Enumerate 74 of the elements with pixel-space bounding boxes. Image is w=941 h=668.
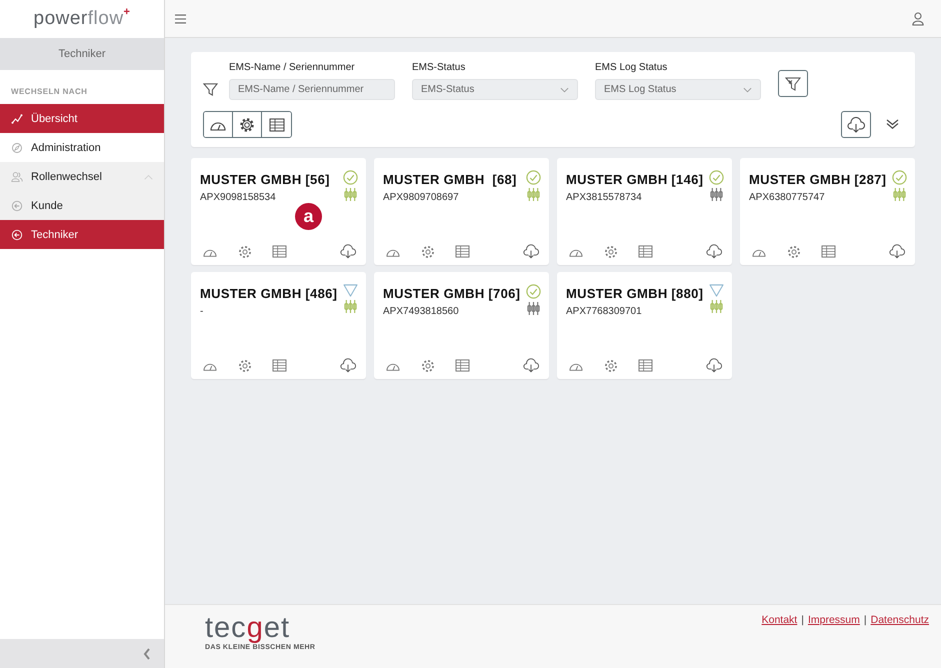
- serial-number: APX6380775747: [749, 192, 825, 203]
- serial-number: APX9098158534: [200, 192, 276, 203]
- section-heading: WECHSELN NACH: [10, 86, 88, 98]
- cloud-download-icon[interactable]: [706, 358, 722, 373]
- filter-icon: [203, 82, 218, 97]
- tecget-logo: tecget: [205, 612, 292, 644]
- cloud-download-icon[interactable]: [523, 358, 539, 373]
- user-icon[interactable]: [912, 12, 924, 26]
- dashboard-view-button[interactable]: [204, 112, 233, 137]
- field-label: EMS Log Status: [595, 62, 668, 73]
- settings-icon[interactable]: [604, 358, 618, 372]
- clear-filter-button[interactable]: [778, 70, 808, 97]
- sidebar-item[interactable]: Übersicht: [0, 104, 164, 133]
- cloud-download-icon[interactable]: [889, 244, 905, 259]
- device-name: MUSTER GMBH [56]: [200, 171, 330, 189]
- sidebar-item[interactable]: Techniker: [0, 220, 164, 249]
- menu-icon[interactable]: [175, 14, 186, 24]
- settings-icon[interactable]: [604, 244, 618, 258]
- table-icon[interactable]: [821, 245, 836, 258]
- footer-link[interactable]: Kontakt: [762, 614, 798, 626]
- device-name: MUSTER GMBH [486]: [200, 285, 338, 303]
- footer-link[interactable]: Datenschutz: [870, 614, 929, 626]
- table-icon[interactable]: [272, 359, 287, 372]
- current-role: Techniker: [0, 38, 164, 70]
- device-name: MUSTER GMBH [287]: [749, 171, 886, 189]
- settings-icon[interactable]: [238, 244, 252, 258]
- powerflow-logo: powerflow$^{+}$: [32, 5, 132, 31]
- device-name: MUSTER GMBH [68]: [383, 171, 517, 189]
- select-field[interactable]: EMS-Status: [412, 79, 578, 100]
- search-field[interactable]: EMS-Name / Seriennummer: [229, 79, 395, 100]
- settings-icon[interactable]: [421, 358, 435, 372]
- cloud-download-icon: [847, 116, 865, 132]
- sidebar-item[interactable]: Kunde: [0, 191, 164, 220]
- filter-clear-icon: [785, 76, 801, 92]
- users-icon: [11, 170, 23, 182]
- chevron-left-icon: [143, 648, 151, 660]
- table-icon[interactable]: [638, 359, 653, 372]
- cloud-download-icon[interactable]: [340, 244, 356, 259]
- serial-number: APX3815578734: [566, 192, 642, 203]
- download-button[interactable]: [841, 111, 871, 138]
- sidebar-item[interactable]: Rollenwechsel: [0, 162, 164, 191]
- table-icon[interactable]: [455, 359, 470, 372]
- serial-number: APX7768309701: [566, 306, 642, 317]
- chart-line-icon: [11, 112, 23, 124]
- footer-link[interactable]: Impressum: [808, 614, 860, 626]
- settings-icon[interactable]: [238, 358, 252, 372]
- settings-icon[interactable]: [421, 244, 435, 258]
- table-icon[interactable]: [272, 245, 287, 258]
- link-separator: |: [864, 614, 867, 626]
- serial-number: APX7493818560: [383, 306, 459, 317]
- sidebar-item[interactable]: Administration: [0, 133, 164, 162]
- device-name: MUSTER GMBH [146]: [566, 171, 704, 189]
- settings-icon: [239, 116, 255, 132]
- device-name: MUSTER GMBH [706]: [383, 285, 520, 303]
- annotation-marker: a: [295, 203, 322, 230]
- select-field[interactable]: EMS Log Status: [595, 79, 761, 100]
- link-separator: |: [801, 614, 804, 626]
- serial-number: -: [200, 306, 204, 317]
- settings-icon[interactable]: [787, 244, 801, 258]
- cloud-download-icon[interactable]: [523, 244, 539, 259]
- field-label: EMS-Name / Seriennummer: [229, 62, 356, 73]
- chevron-icon: [144, 174, 153, 180]
- expand-chevrons-icon[interactable]: [886, 119, 899, 130]
- cloud-download-icon[interactable]: [340, 358, 356, 373]
- cloud-download-icon[interactable]: [706, 244, 722, 259]
- device-name: MUSTER GMBH [880]: [566, 285, 704, 303]
- table-icon[interactable]: [455, 245, 470, 258]
- field-label: EMS-Status: [412, 62, 466, 73]
- chevron-down-icon: [743, 86, 752, 92]
- table-icon: [268, 118, 284, 132]
- compass-icon: [11, 142, 23, 154]
- chevron-down-icon: [560, 86, 569, 92]
- table-icon[interactable]: [638, 245, 653, 258]
- serial-number: APX9809708697: [383, 192, 459, 203]
